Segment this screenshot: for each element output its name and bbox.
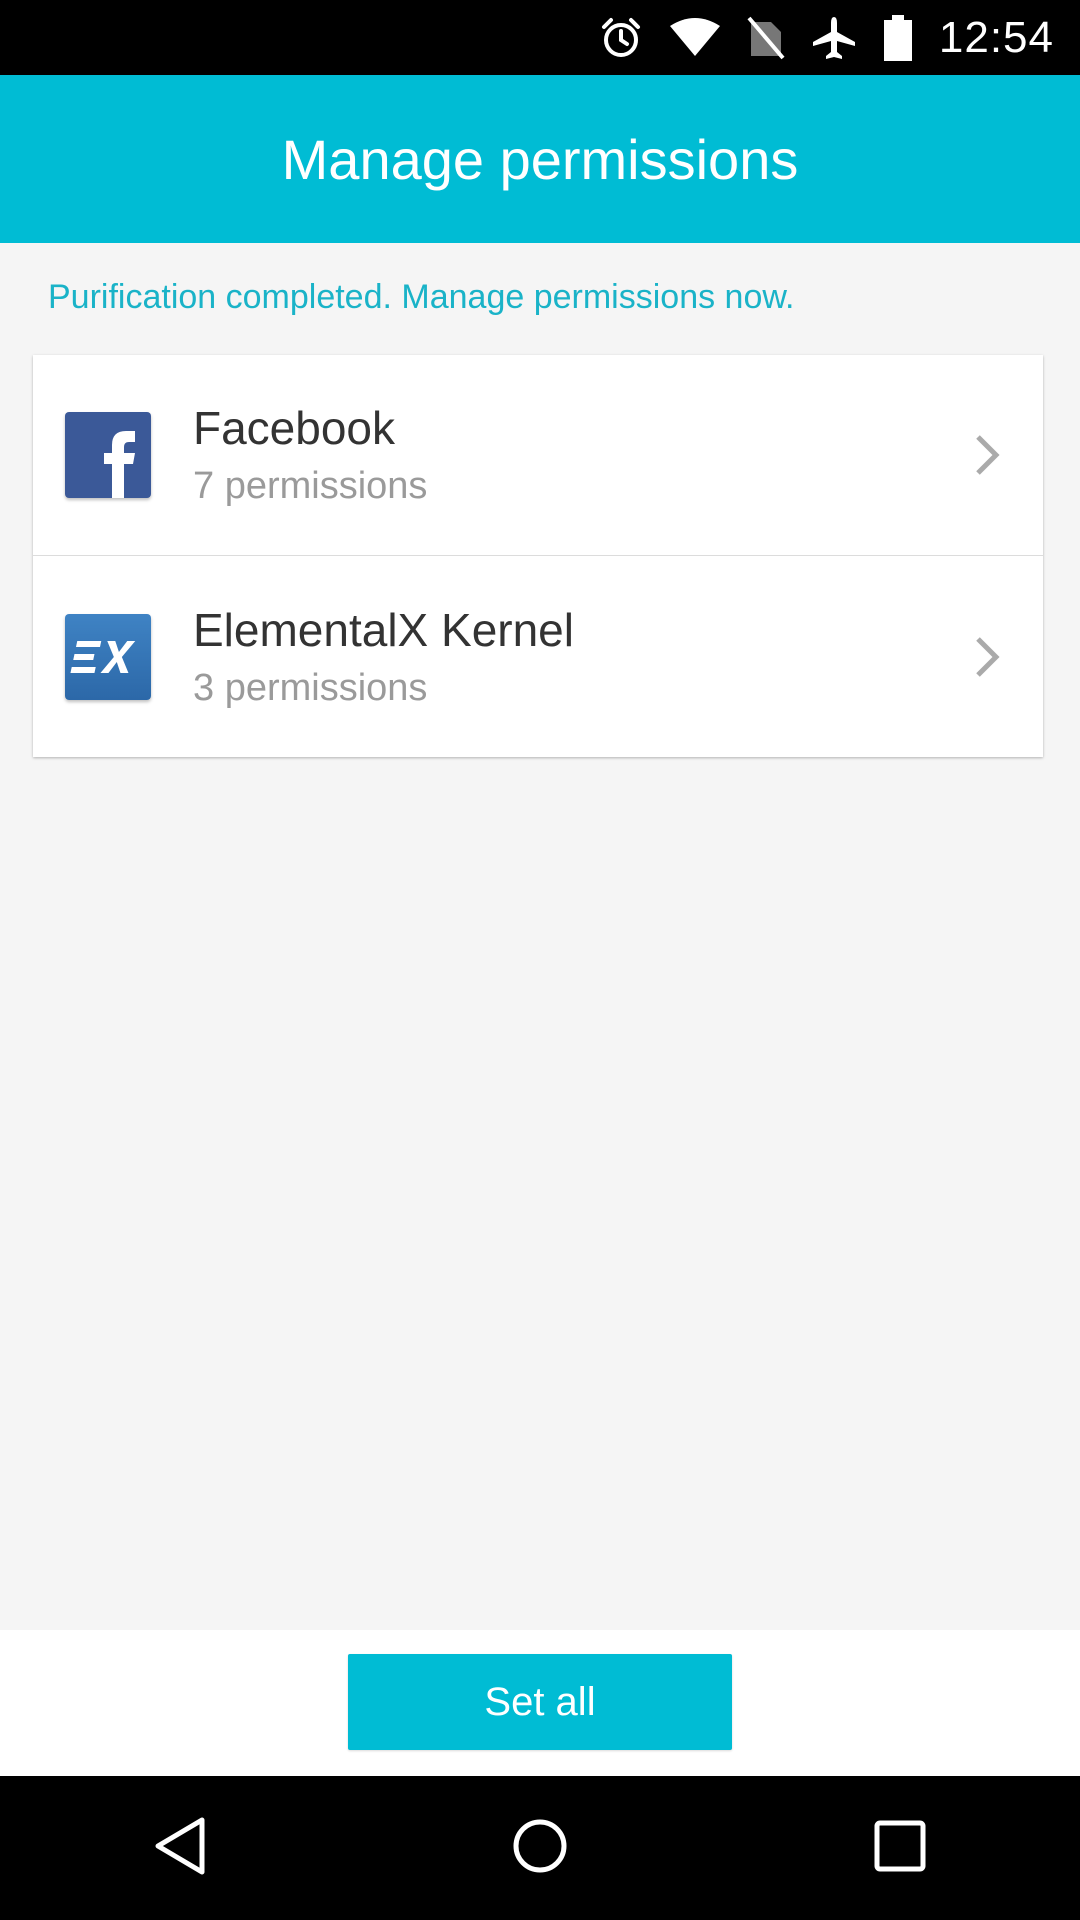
recents-icon	[872, 1818, 928, 1879]
chevron-right-icon	[967, 425, 1007, 485]
back-icon	[152, 1816, 208, 1881]
wifi-icon	[669, 17, 721, 58]
page-title: Manage permissions	[281, 127, 799, 191]
alarm-icon	[599, 16, 643, 60]
app-row-text: Facebook 7 permissions	[193, 400, 427, 510]
app-row-facebook[interactable]: Facebook 7 permissions	[33, 355, 1043, 555]
no-sim-icon	[747, 16, 785, 60]
home-button[interactable]	[480, 1788, 600, 1908]
app-row-text: ElementalX Kernel 3 permissions	[193, 602, 574, 712]
permission-count: 3 permissions	[193, 666, 428, 709]
recents-button[interactable]	[840, 1788, 960, 1908]
airplane-mode-icon	[811, 15, 857, 61]
navigation-bar	[0, 1776, 1080, 1920]
clock: 12:54	[938, 12, 1054, 62]
app-row-elementalx-kernel[interactable]: ElementalX Kernel 3 permissions	[33, 555, 1043, 757]
permission-count: 7 permissions	[193, 465, 428, 507]
chevron-right-icon	[967, 627, 1007, 687]
app-bar: Manage permissions	[0, 75, 1080, 243]
home-icon	[510, 1816, 570, 1881]
status-bar: 12:54	[0, 0, 1080, 75]
app-name: ElementalX Kernel	[193, 603, 574, 656]
battery-icon	[883, 14, 913, 61]
set-all-button[interactable]: Set all	[348, 1654, 732, 1750]
facebook-icon	[65, 412, 151, 498]
purification-notice: Purification completed. Manage permissio…	[48, 278, 795, 316]
app-permissions-list: Facebook 7 permissions ElementalX Kernel…	[33, 355, 1043, 757]
bottom-action-bar: Set all	[0, 1630, 1080, 1776]
elementalx-icon	[65, 613, 151, 700]
back-button[interactable]	[120, 1788, 240, 1908]
app-name: Facebook	[193, 402, 396, 454]
